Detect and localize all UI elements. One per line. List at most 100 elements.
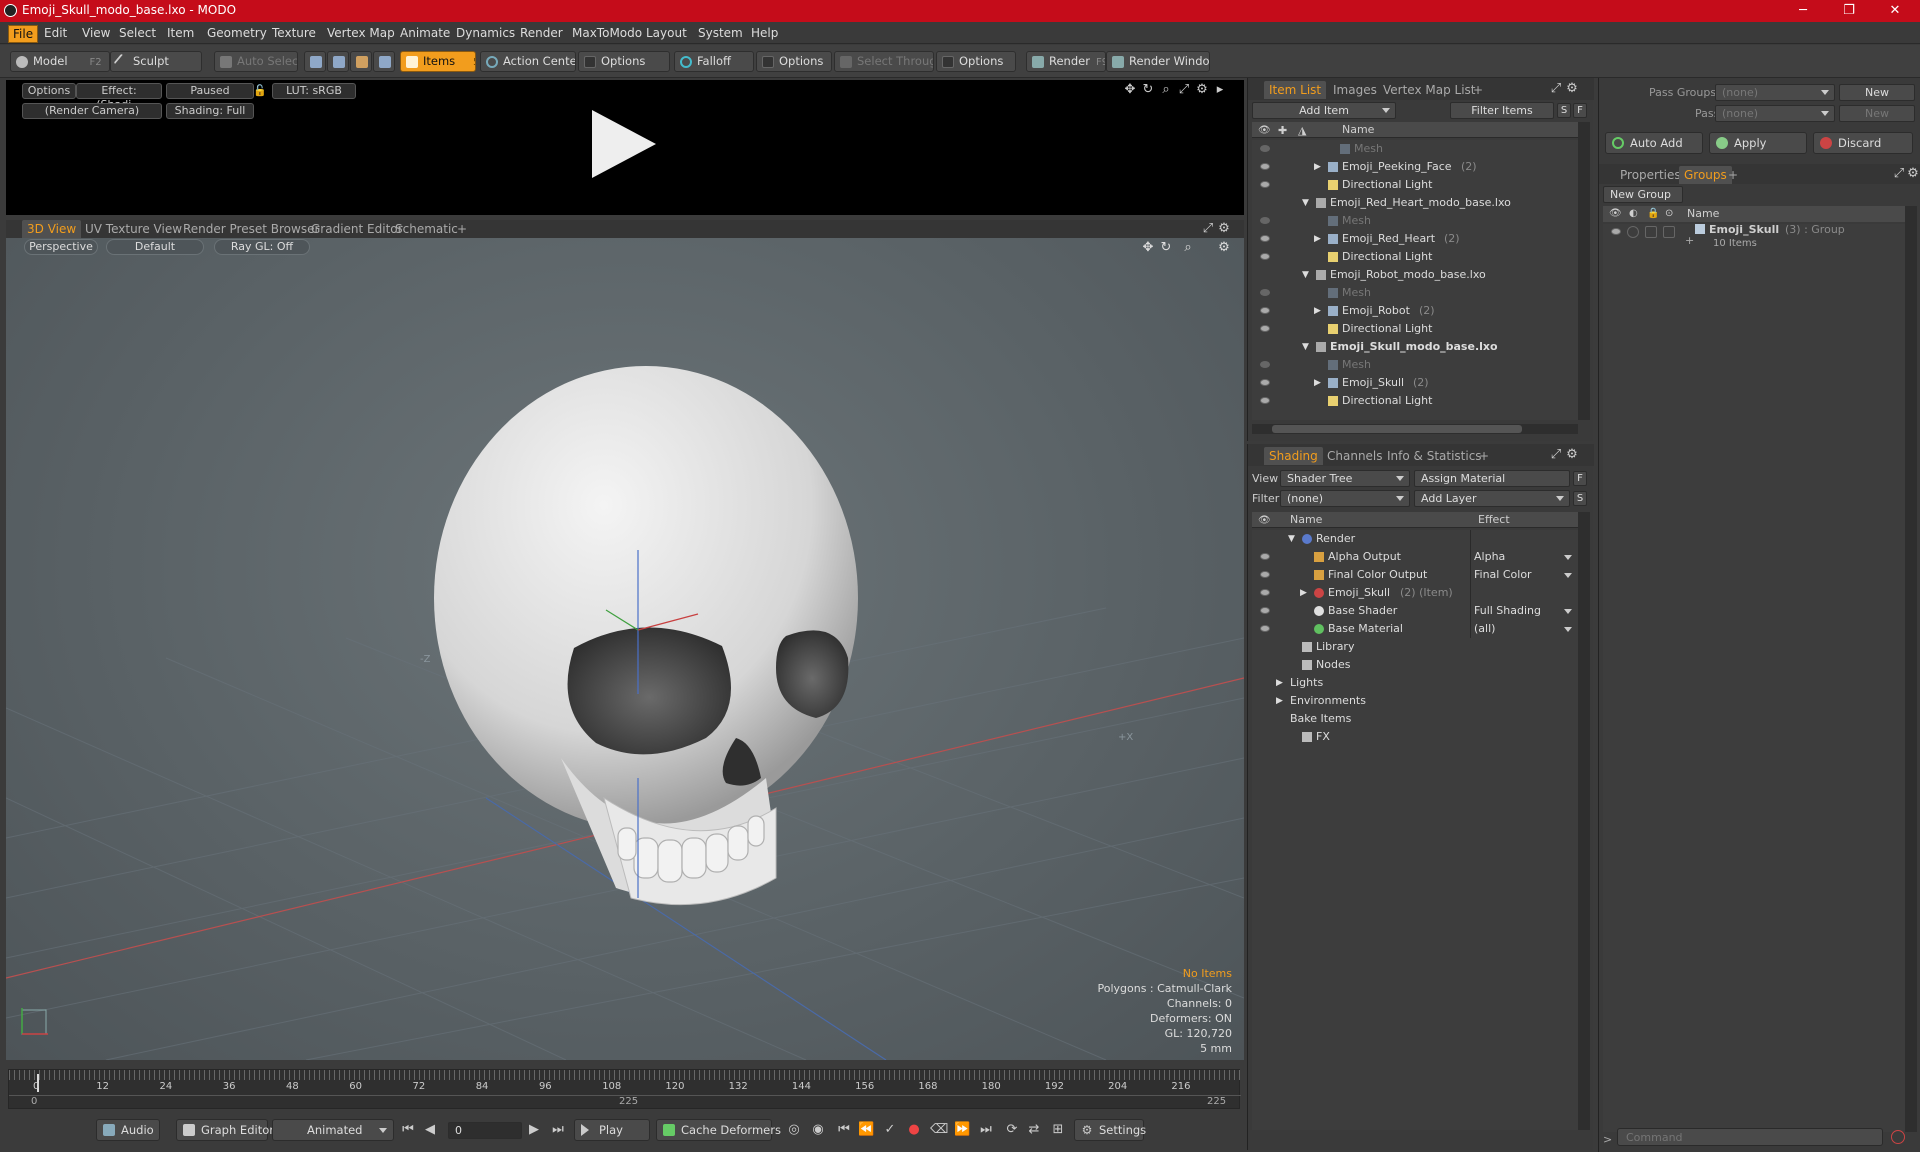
select-through-button[interactable]: Select Through: [834, 51, 934, 72]
tab-vertex-map-list[interactable]: Vertex Map List: [1378, 81, 1481, 99]
expand-arrow-icon[interactable]: ▶: [1314, 158, 1321, 176]
shader-tree-row[interactable]: Bake Items: [1252, 710, 1578, 728]
expand-arrow-icon[interactable]: ▶: [1276, 692, 1283, 710]
command-input[interactable]: [1617, 1128, 1883, 1146]
action-center-options-button[interactable]: Options: [578, 51, 670, 72]
set-key-icon[interactable]: ✓: [882, 1122, 898, 1138]
add-layer-dropdown[interactable]: Add Layer: [1414, 490, 1570, 507]
new-pass-button[interactable]: New: [1839, 105, 1915, 122]
shader-effect-dropdown[interactable]: Final Color: [1474, 566, 1576, 584]
visibility-eye-icon[interactable]: [1260, 253, 1270, 260]
render-options-button[interactable]: Options: [22, 83, 76, 99]
move-view-icon[interactable]: ✥: [1122, 82, 1138, 98]
visibility-eye-icon[interactable]: [1260, 607, 1270, 614]
render-button[interactable]: RenderF9: [1026, 51, 1106, 72]
shader-tree-row[interactable]: ▶ Lights: [1252, 674, 1578, 692]
item-list-row[interactable]: ▼ Emoji_Red_Heart_modo_base.lxo: [1252, 194, 1578, 212]
move-view-icon[interactable]: ✥: [1140, 240, 1156, 256]
cache-deformers-button[interactable]: Cache Deformers: [656, 1119, 781, 1141]
raygl-toggle[interactable]: Ray GL: Off: [214, 239, 310, 255]
visibility-eye-icon[interactable]: [1260, 361, 1270, 368]
shading-f-button[interactable]: F: [1573, 471, 1587, 486]
items-mode-button[interactable]: Items5: [400, 51, 476, 72]
shader-tree-row[interactable]: ▼ Render: [1252, 530, 1578, 548]
polygons-mode-button[interactable]: [350, 51, 372, 72]
record-icon[interactable]: ●: [906, 1122, 922, 1138]
maximize-panel-icon[interactable]: ⤢: [1548, 447, 1564, 463]
collapse-arrow-icon[interactable]: ▼: [1288, 530, 1295, 548]
model-mode-button[interactable]: Model F2: [10, 51, 110, 72]
render-camera-dropdown[interactable]: (Render Camera): [22, 103, 162, 119]
groups-name-header[interactable]: Name: [1687, 207, 1719, 220]
expand-arrow-icon[interactable]: ▶: [1314, 374, 1321, 392]
gear-icon[interactable]: ⚙: [1194, 82, 1210, 98]
expand-arrow-icon[interactable]: ▶: [1314, 230, 1321, 248]
shader-effect-dropdown[interactable]: (all): [1474, 620, 1576, 638]
shader-effect-dropdown[interactable]: Alpha: [1474, 548, 1576, 566]
tab-render-preset-browser[interactable]: Render Preset Browser: [178, 220, 324, 238]
select-toggle-icon[interactable]: [1663, 226, 1675, 238]
menu-file[interactable]: File: [8, 25, 39, 43]
item-list-row[interactable]: Directional Light: [1252, 248, 1578, 266]
materials-mode-button[interactable]: [373, 51, 395, 72]
expand-plus-icon[interactable]: +: [1685, 234, 1694, 247]
audio-button[interactable]: Audio: [96, 1119, 160, 1141]
view-dropdown[interactable]: Shader Tree: [1280, 470, 1410, 487]
render-toggle-icon[interactable]: [1627, 226, 1639, 238]
item-list-row[interactable]: Mesh: [1252, 356, 1578, 374]
menu-render[interactable]: Render: [516, 25, 567, 41]
go-end-icon[interactable]: ⏭: [550, 1122, 566, 1138]
auto-select-button[interactable]: Auto Select: [214, 51, 298, 72]
delete-key-icon[interactable]: ⌫: [930, 1122, 948, 1138]
new-group-button[interactable]: New Group: [1603, 186, 1683, 203]
group-row-emoji-skull[interactable]: + Emoji_Skull (3) : Group 10 Items: [1603, 223, 1905, 260]
zoom-view-icon[interactable]: ⌕: [1180, 240, 1196, 256]
visibility-eye-icon[interactable]: [1260, 589, 1270, 596]
collapse-arrow-icon[interactable]: ▼: [1302, 266, 1309, 284]
panel-arrow-icon[interactable]: ▸: [1212, 82, 1228, 98]
item-list-row[interactable]: ▶ Emoji_Peeking_Face (2): [1252, 158, 1578, 176]
item-list-name-header[interactable]: Name: [1342, 123, 1374, 136]
auto-add-button[interactable]: Auto Add: [1605, 132, 1703, 154]
visibility-eye-icon[interactable]: [1260, 307, 1270, 314]
maximize-panel-icon[interactable]: ⤢: [1200, 221, 1216, 237]
item-list-row[interactable]: Directional Light: [1252, 320, 1578, 338]
shader-tree-row[interactable]: Final Color Output Final Color: [1252, 566, 1578, 584]
shader-tree-row[interactable]: Alpha Output Alpha: [1252, 548, 1578, 566]
falloff-button[interactable]: Falloff: [674, 51, 754, 72]
menu-animate[interactable]: Animate: [396, 25, 454, 41]
item-list-scrollbar[interactable]: [1578, 122, 1590, 420]
step-back-icon[interactable]: ◀: [422, 1122, 438, 1138]
pass-groups-dropdown[interactable]: (none): [1715, 84, 1835, 101]
discard-button[interactable]: Discard: [1813, 132, 1913, 154]
menu-vertex-map[interactable]: Vertex Map: [323, 25, 399, 41]
filter-items-input[interactable]: Filter Items: [1450, 102, 1554, 119]
menu-system[interactable]: System: [694, 25, 747, 41]
item-list-f-button[interactable]: F: [1573, 103, 1587, 118]
visibility-eye-icon[interactable]: [1260, 571, 1270, 578]
collapse-arrow-icon[interactable]: ▼: [1302, 194, 1309, 212]
tab-shading[interactable]: Shading: [1264, 447, 1323, 465]
graph-editor-button[interactable]: Graph Editor: [176, 1119, 274, 1141]
visibility-eye-icon[interactable]: [1611, 228, 1621, 235]
expand-arrow-icon[interactable]: ▶: [1300, 584, 1307, 602]
key-icon[interactable]: ◎: [786, 1122, 802, 1138]
timeline[interactable]: 0 12 24 36 48 60 72 84 96 108 120 132 144 156 168 180 19…: [8, 1069, 1241, 1109]
item-list-hscrollbar[interactable]: [1252, 424, 1578, 434]
frame-input[interactable]: 0: [448, 1122, 522, 1139]
visibility-eye-icon[interactable]: [1260, 553, 1270, 560]
passes-dropdown[interactable]: (none): [1715, 105, 1835, 122]
item-list-row[interactable]: Mesh: [1252, 212, 1578, 230]
render-shading-dropdown[interactable]: Shading: Full: [166, 103, 254, 119]
item-list-s-button[interactable]: S: [1557, 103, 1571, 118]
hscroll-thumb[interactable]: [1272, 425, 1522, 433]
menu-edit[interactable]: Edit: [40, 25, 71, 41]
rotate-view-icon[interactable]: ↻: [1140, 82, 1156, 98]
play-button[interactable]: Play: [574, 1119, 650, 1141]
autokey-icon[interactable]: ◉: [810, 1122, 826, 1138]
tab-item-list[interactable]: Item List: [1264, 81, 1327, 99]
item-list-row[interactable]: Mesh: [1252, 284, 1578, 302]
item-list-row[interactable]: Mesh: [1252, 140, 1578, 158]
visibility-eye-icon[interactable]: [1260, 163, 1270, 170]
gear-icon[interactable]: ⚙: [1216, 240, 1232, 256]
